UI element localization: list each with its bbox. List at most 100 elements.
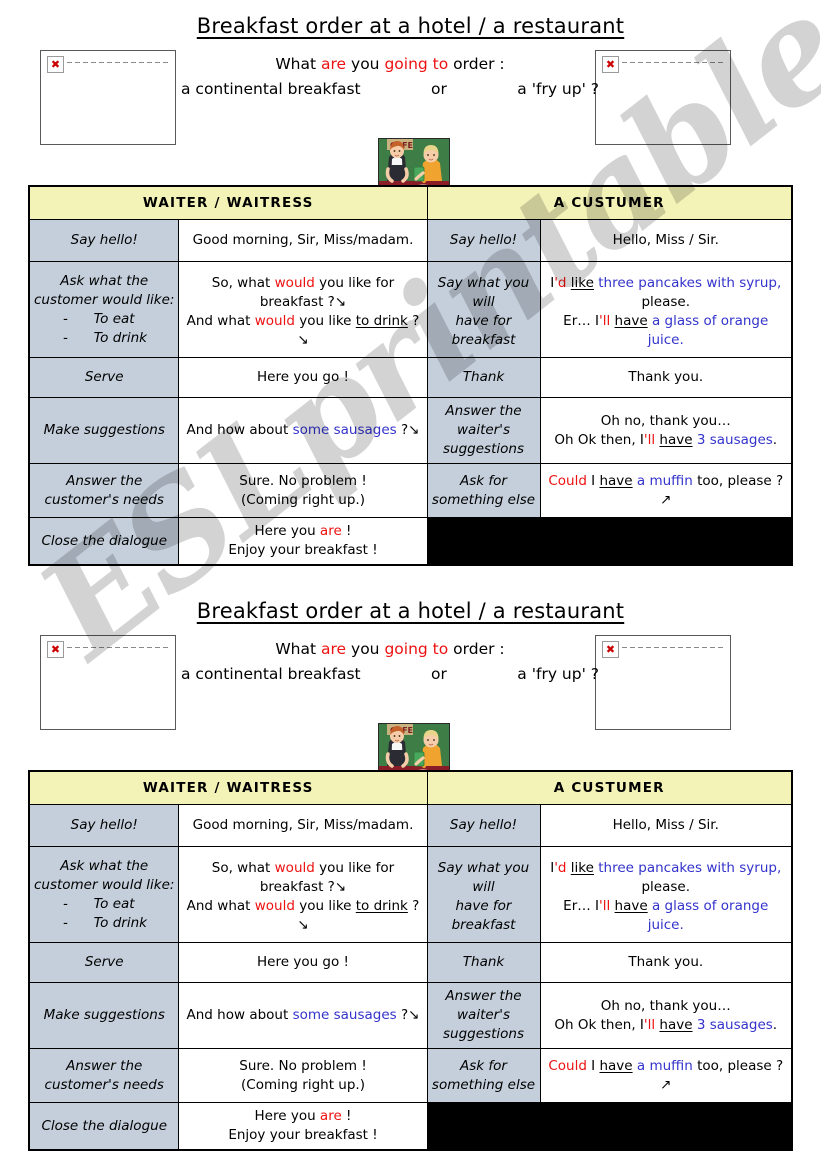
intro-question: What are you going to order : xyxy=(175,52,605,77)
waiter-line: Here you are ! Enjoy your breakfast ! xyxy=(178,1102,428,1151)
customer-line1: Oh no, thank you… xyxy=(600,997,731,1014)
table-row: Serve Here you go ! Thank Thank you. xyxy=(28,357,793,398)
customer-cue: Say what you will have for breakfast xyxy=(426,846,541,943)
waiter-cue-item-eat: - To eat xyxy=(62,310,135,327)
image-placeholder-right: ✖ xyxy=(595,50,731,145)
intro-section: ✖ ✖ What are you going to order : a cont… xyxy=(0,635,821,782)
customer-cue-line2: waiter's xyxy=(457,422,510,438)
c-accept-a: Oh Ok then, I xyxy=(554,1016,644,1033)
waiter-line2: breakfast ?↘ xyxy=(259,294,347,310)
broken-image-line xyxy=(67,62,171,63)
c-have: have xyxy=(659,431,693,448)
c-have: have xyxy=(599,1058,633,1074)
c-req-a: I xyxy=(586,473,600,489)
waiter-line1: So, what would you like for xyxy=(182,274,423,293)
intro-q-are: are xyxy=(321,55,347,73)
customer-cue-line3: suggestions xyxy=(443,1026,524,1042)
table-header-row: WAITER / WAITRESS A CUSTUMER xyxy=(28,770,793,805)
table-row: Close the dialogue Here you are ! Enjoy … xyxy=(28,517,793,566)
intro-option-or: or xyxy=(431,80,447,98)
c-muffin: a muffin xyxy=(636,1058,693,1074)
w-to-drink: to drink xyxy=(355,313,408,329)
w-l3b: you like xyxy=(294,313,356,329)
customer-line: Hello, Miss / Sir. xyxy=(539,804,793,847)
table-row: Ask what the customer would like: - To e… xyxy=(28,846,793,943)
w-suggest-b: ?↘ xyxy=(396,1007,420,1023)
waiter-line: Sure. No problem ! (Coming right up.) xyxy=(178,463,428,518)
waiter-cue-sublist: - To eat - To drink xyxy=(33,310,176,348)
c-muffin: a muffin xyxy=(636,473,693,489)
customer-line2: Oh Ok then, I'll have 3 sausages. xyxy=(544,1016,789,1035)
waiter-cue: Close the dialogue xyxy=(28,1102,180,1151)
c-accept-b: . xyxy=(772,1016,778,1033)
waiter-cue-line2: customer's needs xyxy=(44,491,164,508)
w-close-b: ! xyxy=(341,1108,352,1124)
customer-line2: please. xyxy=(641,294,691,310)
customer-line-blank xyxy=(539,517,793,566)
worksheet-copy-1: Breakfast order at a hotel / a restauran… xyxy=(0,0,821,566)
w-close-a: Here you xyxy=(254,523,320,539)
customer-cue-line3: suggestions xyxy=(443,441,524,457)
c-have: have xyxy=(614,898,648,914)
customer-line: I'd like three pancakes with syrup, plea… xyxy=(539,261,793,358)
waiter-line: Good morning, Sir, Miss/madam. xyxy=(178,804,428,847)
customer-cue: Answer the waiter's suggestions xyxy=(426,397,541,464)
waiter-line: Here you go ! xyxy=(178,942,428,983)
w-l1b: you like for xyxy=(314,275,395,291)
waiter-cue: Make suggestions xyxy=(28,982,180,1049)
customer-line-blank xyxy=(539,1102,793,1151)
customer-cue-line1: Ask for xyxy=(460,1057,507,1074)
waiter-cue-item-drink: - To drink xyxy=(62,914,147,931)
waiter-cue: Answer the customer's needs xyxy=(28,463,180,518)
intro-q-are: are xyxy=(321,640,347,658)
customer-cue-line1: Say what you will xyxy=(437,860,530,895)
table-row: Answer the customer's needs Sure. No pro… xyxy=(28,463,793,518)
c-order-food: three pancakes with syrup, xyxy=(598,275,782,291)
waiter-cue-line1: Answer the xyxy=(66,1057,143,1074)
customer-cue: Thank xyxy=(426,942,541,983)
table-row: Say hello! Good morning, Sir, Miss/madam… xyxy=(28,219,793,262)
c-ll-contraction: 'll xyxy=(643,1016,656,1033)
c-sausages: 3 sausages xyxy=(696,1016,773,1033)
broken-image-line xyxy=(622,62,726,63)
c-d-contraction: 'd xyxy=(554,860,567,876)
waiter-line3: And what would you like to drink ?↘ xyxy=(182,312,423,350)
worksheet-copy-2: Breakfast order at a hotel / a restauran… xyxy=(0,585,821,1151)
waiter-cue-item-drink: - To drink xyxy=(62,329,147,346)
page-title: Breakfast order at a hotel / a restauran… xyxy=(196,599,625,623)
table-row: Make suggestions And how about some saus… xyxy=(28,397,793,464)
waiter-cue-line2: customer would like: xyxy=(33,291,175,308)
w-l3a: And what xyxy=(186,313,255,329)
customer-line1: I'd like three pancakes with syrup, xyxy=(544,859,789,878)
w-l1b: you like for xyxy=(314,860,395,876)
customer-line3: Er… I'll have a glass of orange juice. xyxy=(544,312,789,350)
table-row: Serve Here you go ! Thank Thank you. xyxy=(28,942,793,983)
w-l3b: you like xyxy=(294,898,356,914)
c-er: Er… I xyxy=(563,313,600,329)
customer-line2: please. xyxy=(641,879,691,895)
customer-cue-line1: Ask for xyxy=(460,472,507,489)
customer-cue-line2: have for xyxy=(455,313,512,329)
w-would-1: would xyxy=(274,275,315,291)
waiter-line: Sure. No problem ! (Coming right up.) xyxy=(178,1048,428,1103)
table-row: Close the dialogue Here you are ! Enjoy … xyxy=(28,1102,793,1151)
customer-cue: Say what you will have for breakfast xyxy=(426,261,541,358)
c-have: have xyxy=(599,473,633,489)
waiter-cue-sublist: - To eat - To drink xyxy=(33,895,176,933)
table-row: Ask what the customer would like: - To e… xyxy=(28,261,793,358)
customer-line: Hello, Miss / Sir. xyxy=(539,219,793,262)
intro-section: ✖ ✖ What are you going to order : a cont… xyxy=(0,50,821,197)
w-would-2: would xyxy=(254,898,295,914)
waiter-cue-item-eat: - To eat xyxy=(62,895,135,912)
w-close-a: Here you xyxy=(254,1108,320,1124)
intro-text: What are you going to order : a continen… xyxy=(175,637,605,687)
waiter-cue: Ask what the customer would like: - To e… xyxy=(28,846,180,943)
table-row: Say hello! Good morning, Sir, Miss/madam… xyxy=(28,804,793,847)
waiter-line1: Sure. No problem ! xyxy=(239,1057,367,1074)
intro-q-going-to: going to xyxy=(384,55,449,73)
intro-options: a continental breakfast or a 'fry up' ? xyxy=(175,77,605,102)
customer-cue: Say hello! xyxy=(426,804,541,847)
customer-cue: Answer the waiter's suggestions xyxy=(426,982,541,1049)
dialogue-table: WAITER / WAITRESS A CUSTUMER Say hello! … xyxy=(27,185,793,566)
c-order-drink: a glass of orange juice. xyxy=(647,313,769,348)
